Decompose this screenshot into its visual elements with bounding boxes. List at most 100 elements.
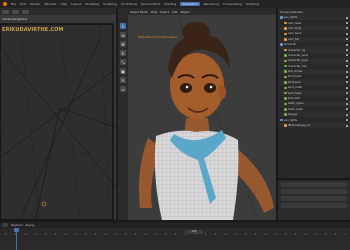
visibility-eye-icon[interactable]: [345, 113, 348, 116]
move-tool-icon[interactable]: ✥: [120, 41, 126, 47]
visibility-eye-icon[interactable]: [345, 38, 348, 41]
visibility-eye-icon[interactable]: [345, 54, 348, 57]
outliner-item-label: character_hair: [288, 64, 307, 68]
annotate-tool-icon[interactable]: ✎: [120, 77, 126, 83]
outliner-title: Scene Collection: [278, 8, 350, 15]
select-tool-icon[interactable]: ↖: [120, 23, 126, 29]
workspace-scripting[interactable]: Scripting: [246, 2, 259, 6]
collection-icon: [280, 118, 283, 122]
camera-viewport[interactable]: Camera Perspective ERIKUDAVIRTHE.COM: [0, 8, 117, 220]
camera-viewport-wireframe: [0, 23, 116, 220]
menu-render[interactable]: Render: [30, 2, 41, 6]
timeline-tick: [145, 233, 146, 235]
visibility-eye-icon[interactable]: [345, 32, 348, 35]
camera-label: Camera Perspective: [2, 18, 28, 21]
timeline-tick: [135, 233, 136, 235]
outliner-item-label: character_body: [288, 53, 309, 57]
visibility-eye-icon[interactable]: [345, 75, 348, 78]
visibility-eye-icon[interactable]: [345, 108, 348, 111]
mesh-icon: [284, 75, 287, 79]
view-menu[interactable]: View: [151, 10, 158, 14]
watermark-text: ERIKUDAVIRTHE.COM: [2, 27, 64, 33]
timeline-tick: [95, 233, 96, 235]
visibility-eye-icon[interactable]: [345, 81, 348, 84]
visibility-eye-icon[interactable]: [345, 27, 348, 30]
visibility-eye-icon[interactable]: [345, 70, 348, 73]
outliner-item-label: shirt_collar: [288, 86, 303, 90]
outliner-item-label: cam_head: [288, 21, 302, 25]
workspace-shading[interactable]: Shading: [164, 2, 176, 6]
visibility-eye-icon[interactable]: [345, 119, 348, 122]
mesh-icon: [284, 102, 287, 106]
timeline-playhead-line: [16, 232, 17, 250]
object-menu[interactable]: Object: [180, 10, 189, 14]
current-frame-field[interactable]: 120: [185, 230, 203, 234]
visibility-eye-icon[interactable]: [345, 124, 348, 127]
top-menu-bar: File Edit Render Window Help Layout Mode…: [0, 0, 350, 8]
mesh-icon: [284, 86, 287, 90]
visibility-eye-icon[interactable]: [345, 86, 348, 89]
timeline-tick: [295, 233, 296, 235]
timeline-tick: [305, 233, 306, 235]
editor-type-button[interactable]: [2, 223, 8, 227]
outliner-item-label: tongue: [288, 113, 298, 117]
measure-tool-icon[interactable]: ▱: [120, 86, 126, 92]
rotate-tool-icon[interactable]: ↻: [120, 50, 126, 56]
visibility-eye-icon[interactable]: [345, 16, 348, 19]
workspace-texture-paint[interactable]: Texture Paint: [141, 2, 160, 6]
menu-window[interactable]: Window: [45, 2, 57, 6]
cursor-tool-icon[interactable]: ⊕: [120, 32, 126, 38]
select-menu[interactable]: Select: [160, 10, 169, 14]
outliner-panel: Scene Collection env_lights cam_head cam_b…: [278, 8, 350, 178]
visibility-eye-icon[interactable]: [345, 97, 348, 100]
workspace-layout[interactable]: Layout: [71, 2, 81, 6]
visibility-eye-icon[interactable]: [345, 92, 348, 95]
menu-file[interactable]: File: [11, 2, 16, 6]
timeline-tick: [235, 233, 236, 235]
keying-menu[interactable]: Keying: [26, 224, 35, 227]
menu-help[interactable]: Help: [60, 2, 67, 6]
transform-tool-icon[interactable]: ▣: [120, 68, 126, 74]
timeline-tick: [45, 233, 46, 235]
outliner-item-label: teeth_lower: [288, 107, 304, 111]
mode-selector[interactable]: Object Mode: [130, 10, 148, 14]
property-field[interactable]: [281, 196, 347, 201]
workspace-modeling[interactable]: Modeling: [85, 2, 99, 6]
visibility-eye-icon[interactable]: [345, 22, 348, 25]
properties-panel: [278, 179, 350, 220]
playback-menu[interactable]: Playback: [11, 224, 23, 227]
editor-type-button[interactable]: [2, 9, 9, 14]
workspace-rendering[interactable]: Rendering: [204, 2, 219, 6]
mesh-icon: [284, 64, 287, 68]
visibility-eye-icon[interactable]: [345, 43, 348, 46]
select-menu-button[interactable]: [22, 9, 29, 14]
outliner-item-label: cam_hand: [288, 32, 302, 36]
outliner-item-label: env_lights: [284, 118, 298, 122]
main-3d-viewport[interactable]: Object Mode View Select Add Object Shift…: [118, 8, 277, 220]
scale-tool-icon[interactable]: ⤡: [120, 59, 126, 65]
visibility-eye-icon[interactable]: [345, 59, 348, 62]
visibility-eye-icon[interactable]: [345, 102, 348, 105]
blender-logo-icon[interactable]: [3, 2, 7, 6]
view-menu-button[interactable]: [12, 9, 19, 14]
workspace-sculpting[interactable]: Sculpting: [103, 2, 117, 6]
outliner-item[interactable]: IBLFaceAngle_sm: [278, 122, 350, 129]
timeline-tick: [225, 233, 226, 235]
workspace-compositing[interactable]: Compositing: [223, 2, 242, 6]
property-field[interactable]: [281, 182, 347, 187]
outliner-item-label: cam_full: [288, 37, 299, 41]
workspace-animation[interactable]: Animation: [180, 2, 200, 6]
property-field[interactable]: [281, 203, 347, 208]
blender-app: { "menu": { "items": ["File","Edit","Ren…: [0, 0, 350, 250]
property-field[interactable]: [281, 189, 347, 194]
add-menu[interactable]: Add: [172, 10, 177, 14]
visibility-eye-icon[interactable]: [345, 49, 348, 52]
object-icon: [284, 38, 287, 41]
timeline-tick: [65, 233, 66, 235]
mesh-icon: [284, 59, 287, 63]
timeline-tick: [325, 233, 326, 235]
menu-edit[interactable]: Edit: [20, 2, 26, 6]
visibility-eye-icon[interactable]: [345, 65, 348, 68]
timeline-tick: [265, 233, 266, 235]
workspace-uv-editing[interactable]: UV Editing: [121, 2, 137, 6]
